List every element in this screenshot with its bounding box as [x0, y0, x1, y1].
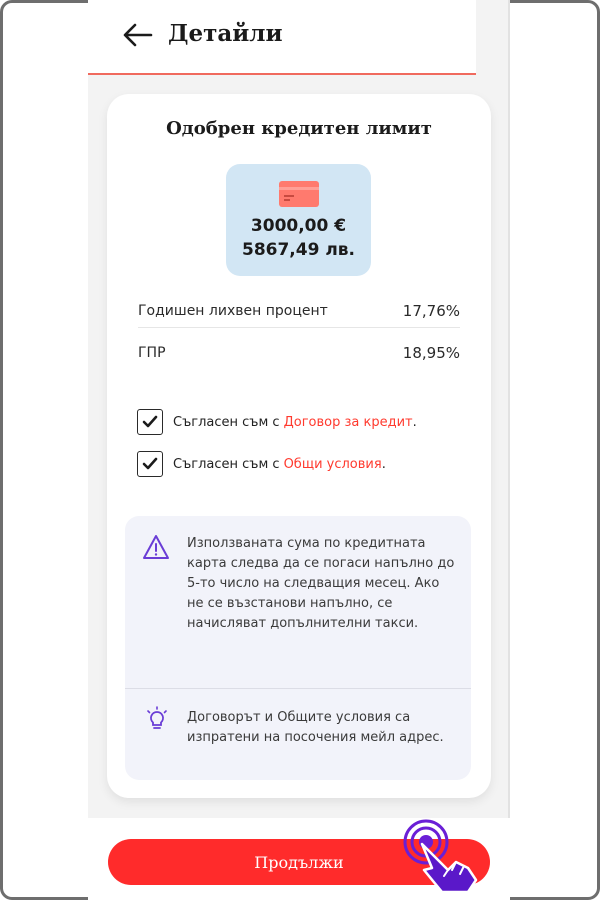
top-bar: Детайли [88, 0, 476, 75]
general-terms-checkbox[interactable] [137, 451, 163, 477]
apr-label: ГПР [138, 345, 166, 361]
agreement-general-terms: Съгласен съм с Общи условия . [137, 451, 386, 477]
lightbulb-icon [147, 706, 167, 729]
credit-contract-checkbox[interactable] [137, 409, 163, 435]
credit-contract-link[interactable]: Договор за кредит [284, 415, 413, 430]
agreement-prefix: Съгласен съм с [173, 456, 280, 472]
warning-text: Използваната сума по кредитната карта сл… [187, 536, 455, 631]
back-arrow-icon [123, 23, 153, 47]
apr-row: ГПР 18,95% [138, 336, 460, 370]
warning-triangle-icon [143, 535, 169, 559]
edge-divider [508, 0, 510, 900]
card-title: Одобрен кредитен лимит [166, 118, 432, 139]
interest-rate-label: Годишен лихвен процент [138, 302, 328, 319]
amount-eur: 3000,00 € [250, 216, 347, 236]
agreement-suffix: . [381, 456, 386, 472]
checkmark-icon [142, 415, 158, 428]
interest-rate-row: Годишен лихвен процент 17,76% [138, 294, 460, 328]
agreement-prefix: Съгласен съм с [173, 414, 280, 430]
credit-card-icon [279, 181, 319, 207]
info-panel: Използваната сума по кредитната карта сл… [125, 516, 471, 780]
back-button[interactable] [120, 17, 156, 53]
credit-limit-card: Одобрен кредитен лимит 3000,00 € 5867,49… [107, 94, 491, 798]
apr-value: 18,95% [402, 344, 460, 362]
agreement-suffix: . [412, 414, 417, 430]
page-title: Детайли [168, 20, 283, 47]
tip-text: Договорът и Общите условия са изпратени … [187, 710, 444, 745]
checkmark-icon [142, 457, 158, 470]
general-terms-link[interactable]: Общи условия [284, 457, 382, 472]
amount-bgn: 5867,49 лв. [241, 240, 355, 260]
tap-hand-icon [403, 819, 478, 894]
limit-amount-box: 3000,00 € 5867,49 лв. [226, 164, 371, 276]
interest-rate-value: 17,76% [402, 301, 460, 320]
info-divider [125, 688, 471, 689]
agreement-credit-contract: Съгласен съм с Договор за кредит . [137, 409, 417, 435]
